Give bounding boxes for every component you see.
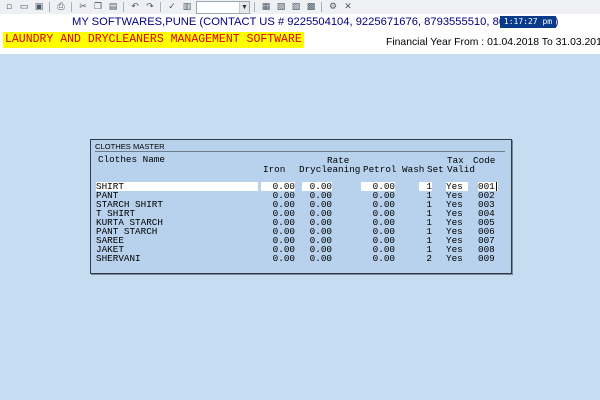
col-header-valid: Valid [447,164,475,175]
tools-icon[interactable]: ⚙ [327,2,339,13]
dialog-title: CLOTHES MASTER [95,142,165,151]
dialog-divider [95,151,505,152]
app-name-banner: LAUNDRY AND DRYCLEANERS MANAGEMENT SOFTW… [3,32,304,48]
spellcheck-icon[interactable]: ✓ [166,2,178,13]
settings-icon[interactable]: ✕ [342,2,354,13]
text-cursor [496,182,497,191]
toolbar-combo[interactable]: ▼ [196,0,250,14]
new-icon[interactable]: ▫ [3,2,15,13]
toolbar-divider [321,2,322,12]
clothes-master-dialog: CLOTHES MASTER Clothes Name Rate Tax Cod… [90,139,512,274]
chevron-down-icon[interactable]: ▼ [239,1,249,13]
col-header-name: Clothes Name [98,154,165,165]
open-icon[interactable]: ▭ [18,2,30,13]
financial-year: Financial Year From : 01.04.2018 To 31.0… [386,37,600,48]
col-header-drycleaning: Drycleaning [299,164,361,175]
cell-tax-valid[interactable]: Yes [446,254,468,263]
redo-icon[interactable]: ↷ [144,2,156,13]
grid-icon[interactable]: ▦ [260,2,272,13]
company-contact: MY SOFTWARES,PUNE (CONTACT US # 92255041… [72,16,559,28]
cell-code[interactable]: 009 [478,254,498,263]
cell-drycleaning[interactable]: 0.00 [302,254,332,263]
toolbar-divider [49,2,50,12]
copy-icon[interactable]: ❐ [92,2,104,13]
table-row[interactable]: SHERVANI 0.00 0.00 0.00 2 Yes 009 [91,254,511,263]
col-header-set: Set [427,164,444,175]
print-icon[interactable]: ⎙ [55,2,67,13]
cell-iron[interactable]: 0.00 [261,254,295,263]
clock-display: 1:17:27 pm [500,16,556,28]
toolbar-divider [123,2,124,12]
toolbar: ▫ ▭ ▣ ⎙ ✂ ❐ ▤ ↶ ↷ ✓ ▥ ▼ ▦ ▧ ▨ ▩ ⚙ ✕ [0,0,600,15]
cell-set[interactable]: 2 [419,254,432,263]
view-icon[interactable]: ▨ [290,2,302,13]
print-preview-icon[interactable]: ▧ [275,2,287,13]
cell-name[interactable]: SHERVANI [96,254,258,263]
save-icon[interactable]: ▣ [33,2,45,13]
toolbar-divider [254,2,255,12]
cell-petrol-wash[interactable]: 0.00 [361,254,395,263]
chart-icon[interactable]: ▥ [181,2,193,13]
paste-icon[interactable]: ▤ [107,2,119,13]
undo-icon[interactable]: ↶ [129,2,141,13]
browse-icon[interactable]: ▩ [305,2,317,13]
col-header-iron: Iron [263,164,286,175]
toolbar-divider [160,2,161,12]
app-header: MY SOFTWARES,PUNE (CONTACT US # 92255041… [0,14,600,54]
cell-name[interactable]: SHIRT [96,182,258,191]
cut-icon[interactable]: ✂ [77,2,89,13]
col-header-petrol-wash: Petrol Wash [363,164,425,175]
col-header-code: Code [473,155,496,166]
toolbar-divider [71,2,72,12]
